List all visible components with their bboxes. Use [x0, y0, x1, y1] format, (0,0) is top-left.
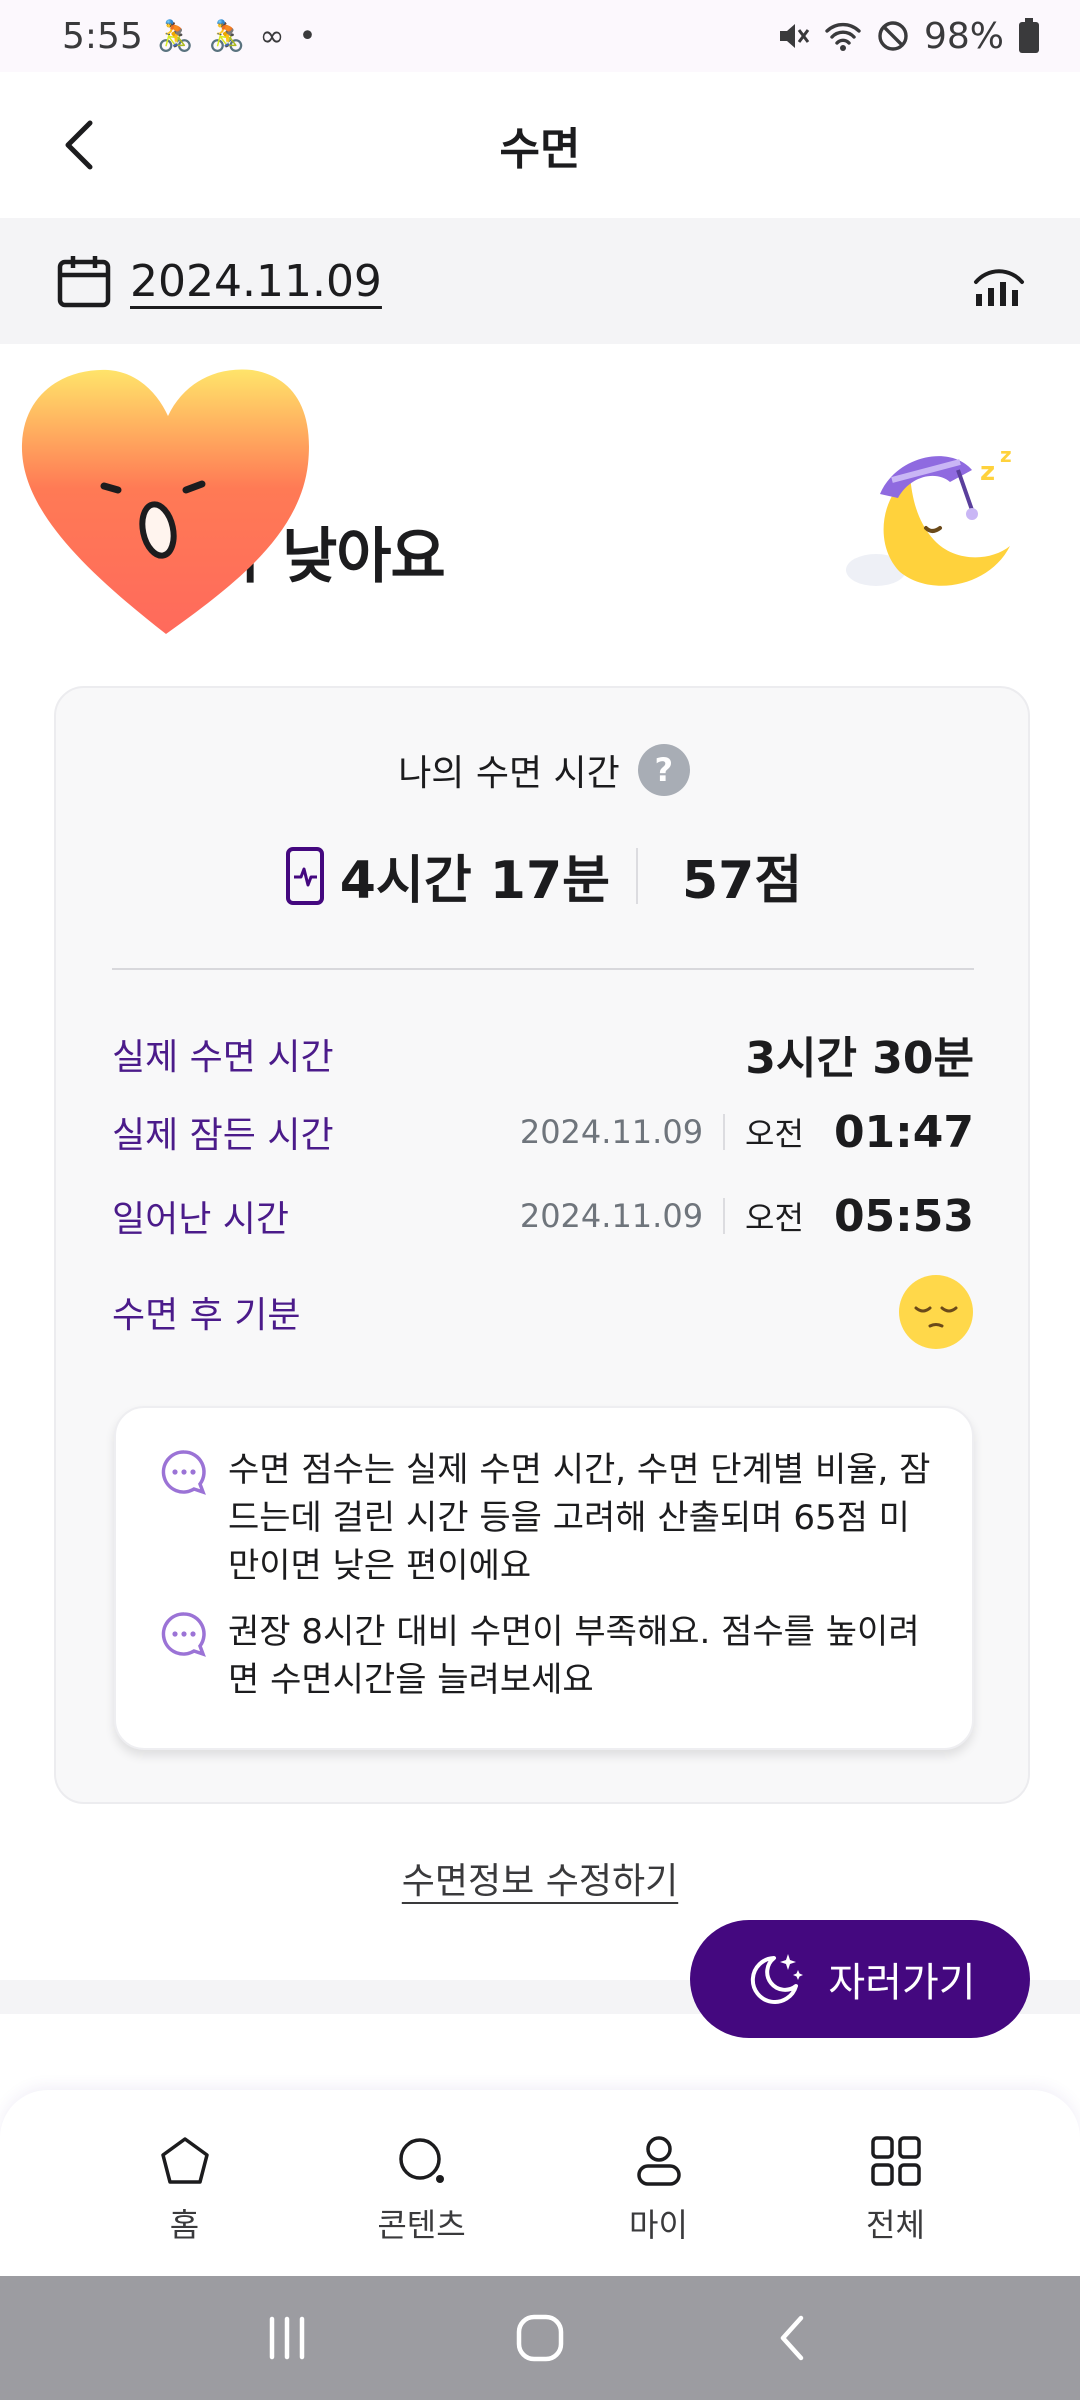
battery-percent: 98% [923, 15, 1004, 57]
mute-icon [779, 24, 810, 48]
separator [723, 1198, 726, 1234]
infinity-icon: ∞ [259, 18, 285, 54]
stats-chart-icon[interactable] [970, 252, 1028, 310]
status-time: 5:55 [62, 15, 143, 57]
fell-asleep-row: 실제 잠든 시간 2024.11.09 오전 01:47 [112, 1106, 974, 1158]
page-title: 수면 [499, 124, 581, 175]
woke-up-date: 2024.11.09 [519, 1197, 704, 1235]
nav-label: 홈 [169, 2206, 200, 2244]
woke-up-row: 일어난 시간 2024.11.09 오전 05:53 [112, 1190, 974, 1242]
cycling-icon: 🚴 [156, 18, 195, 54]
person-icon [636, 2136, 681, 2186]
moon-sparkle-icon [751, 1954, 804, 2004]
date-selector-row: 2024.11.09 [0, 218, 1080, 344]
battery-icon [1019, 18, 1039, 53]
phone-activity-icon [285, 846, 324, 905]
grid-icon [870, 2136, 921, 2186]
total-sleep-time: 4시간 17분 [339, 851, 610, 911]
status-bar: 5:55 🚴 🚴 ∞ • 98% [0, 0, 1080, 72]
go-to-sleep-button[interactable]: 자러가기 [690, 1920, 1030, 2038]
heart-face-sticker [21, 369, 309, 634]
wifi-icon [825, 22, 861, 51]
tip-text: 수면 점수는 실제 수면 시간, 수면 단계별 비율, 잠드는데 걸린 시간 등… [228, 1450, 931, 1586]
fell-asleep-date: 2024.11.09 [519, 1113, 704, 1151]
calendar-icon[interactable] [56, 253, 112, 309]
woke-up-time: 05:53 [833, 1190, 974, 1242]
tips-box: 수면 점수는 실제 수면 시간, 수면 단계별 비율, 잠드는데 걸린 시간 등… [114, 1406, 974, 1750]
separator [635, 847, 638, 904]
back-button[interactable] [52, 117, 108, 173]
fell-asleep-ampm: 오전 [745, 1115, 804, 1153]
bottom-navigation: 홈 콘텐츠 마이 전체 [0, 2090, 1080, 2276]
info-label: 일어난 시간 [112, 1199, 290, 1240]
home-system-icon [516, 2314, 564, 2362]
card-title: 나의 수면 시간 [398, 753, 620, 794]
info-label: 실제 잠든 시간 [112, 1115, 334, 1156]
system-navigation-bar [0, 2276, 1080, 2400]
chat-bubble-icon [161, 1450, 206, 1495]
divider [112, 968, 974, 970]
recent-apps-button[interactable] [252, 2303, 322, 2373]
actual-sleep-value: 3시간 30분 [745, 1033, 974, 1084]
go-to-sleep-label: 자러가기 [828, 1960, 976, 2006]
selected-date[interactable]: 2024.11.09 [130, 256, 382, 307]
svg-text:z: z [980, 457, 995, 487]
tip-item: 수면 점수는 실제 수면 시간, 수면 단계별 비율, 잠드는데 걸린 시간 등… [160, 1446, 932, 1590]
info-label: 실제 수면 시간 [112, 1037, 334, 1078]
blocked-icon [878, 21, 908, 51]
nav-home[interactable]: 홈 [105, 2090, 265, 2276]
back-system-icon [781, 2315, 804, 2361]
nav-label: 마이 [629, 2206, 688, 2244]
app-bar: 수면 [0, 72, 1080, 218]
recent-apps-icon [269, 2316, 304, 2360]
nav-my[interactable]: 마이 [579, 2090, 739, 2276]
nav-label: 콘텐츠 [377, 2206, 466, 2244]
sleep-score: 57점 [681, 851, 803, 911]
mood-row: 수면 후 기분 [112, 1274, 974, 1350]
svg-text:z: z [1000, 443, 1012, 467]
edit-sleep-info-link-row: 수면정보 수정하기 [0, 1852, 1080, 1904]
fell-asleep-time: 01:47 [833, 1106, 974, 1158]
search-icon [398, 2138, 444, 2183]
cycling-icon: 🚴 [208, 18, 246, 54]
woke-up-ampm: 오전 [745, 1199, 804, 1237]
chevron-left-icon [65, 120, 93, 170]
info-label: 수면 후 기분 [112, 1295, 301, 1336]
back-system-button[interactable] [758, 2303, 828, 2373]
help-icon[interactable]: ? [637, 744, 690, 796]
edit-sleep-info-link[interactable]: 수면정보 수정하기 [402, 1861, 678, 1902]
separator [723, 1114, 726, 1150]
card-title-row: 나의 수면 시간 ? [56, 744, 1032, 796]
home-system-button[interactable] [505, 2303, 575, 2373]
sleepy-face-icon [899, 1275, 973, 1349]
dot-icon: • [298, 18, 317, 54]
chat-bubble-icon [161, 1612, 206, 1657]
nav-all[interactable]: 전체 [816, 2090, 976, 2276]
sleeping-moon-icon: z z [846, 443, 1012, 586]
tip-item: 권장 8시간 대비 수면이 부족해요. 점수를 높이려면 수면시간을 늘려보세요 [160, 1608, 932, 1704]
nav-contents[interactable]: 콘텐츠 [342, 2090, 502, 2276]
home-icon [160, 2137, 209, 2184]
nav-label: 전체 [866, 2206, 925, 2244]
actual-sleep-row: 실제 수면 시간 3시간 30분 [112, 1022, 974, 1086]
tip-text: 권장 8시간 대비 수면이 부족해요. 점수를 높이려면 수면시간을 늘려보세요 [228, 1612, 920, 1700]
sleep-summary-card: 나의 수면 시간 ? 4시간 17분 57점 실제 수면 시간 3시간 30분 … [54, 686, 1030, 1804]
sleep-total-row: 4시간 17분 57점 [56, 838, 1032, 913]
